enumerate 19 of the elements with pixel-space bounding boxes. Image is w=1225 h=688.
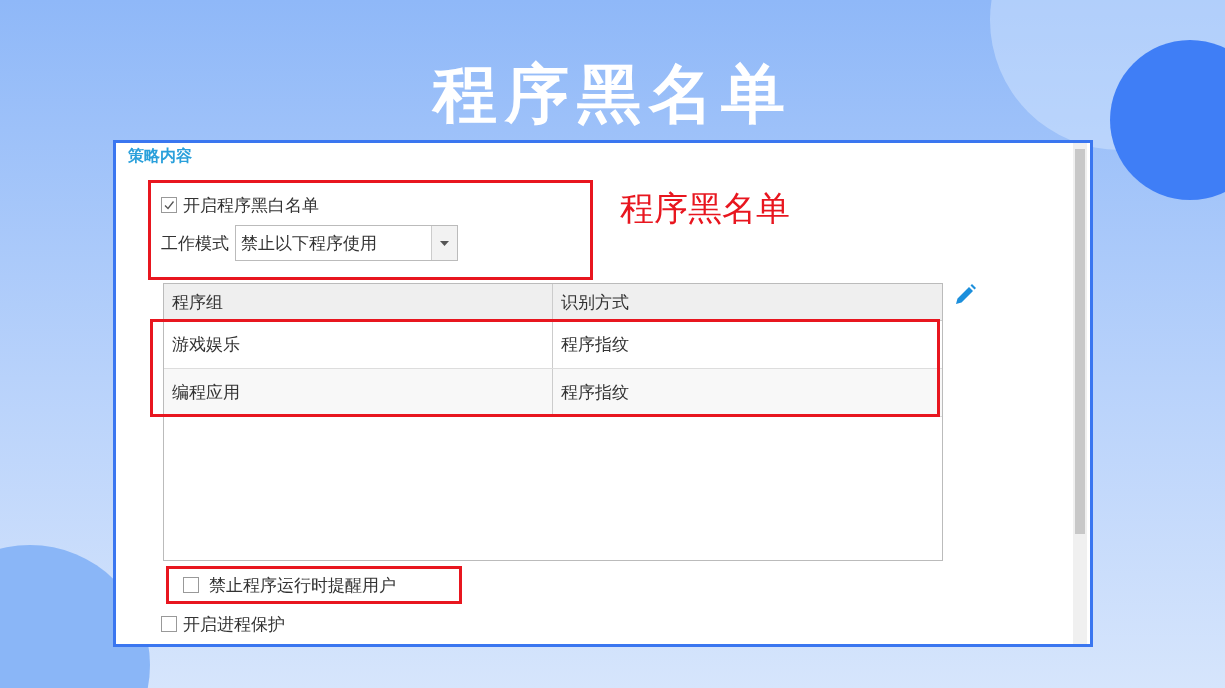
section-label: 策略内容 xyxy=(127,146,193,167)
checkbox-label: 开启程序黑白名单 xyxy=(182,193,319,217)
table-cell: 编程应用 xyxy=(163,369,553,416)
caret-icon xyxy=(439,240,449,246)
checkbox-label: 开启进程保护 xyxy=(182,612,285,636)
checkbox[interactable] xyxy=(160,616,177,632)
mode-dropdown[interactable]: 禁止以下程序使用 xyxy=(234,225,458,261)
column-header: 程序组 xyxy=(163,284,553,320)
checkbox-label: 禁止程序运行时提醒用户 xyxy=(208,573,396,597)
slide-title: 程序黑名单 xyxy=(432,56,793,133)
annotation-text: 程序黑名单 xyxy=(619,187,790,230)
table-cell: 游戏娱乐 xyxy=(163,321,553,368)
field-label: 工作模式 xyxy=(160,231,229,255)
checkbox[interactable] xyxy=(182,577,199,593)
column-header: 识别方式 xyxy=(559,291,629,314)
checkbox[interactable] xyxy=(160,197,177,213)
scrollbar[interactable] xyxy=(1072,143,1087,644)
table-cell-text: 程序指纹 xyxy=(559,333,629,356)
table-cell-text: 程序指纹 xyxy=(559,381,629,404)
